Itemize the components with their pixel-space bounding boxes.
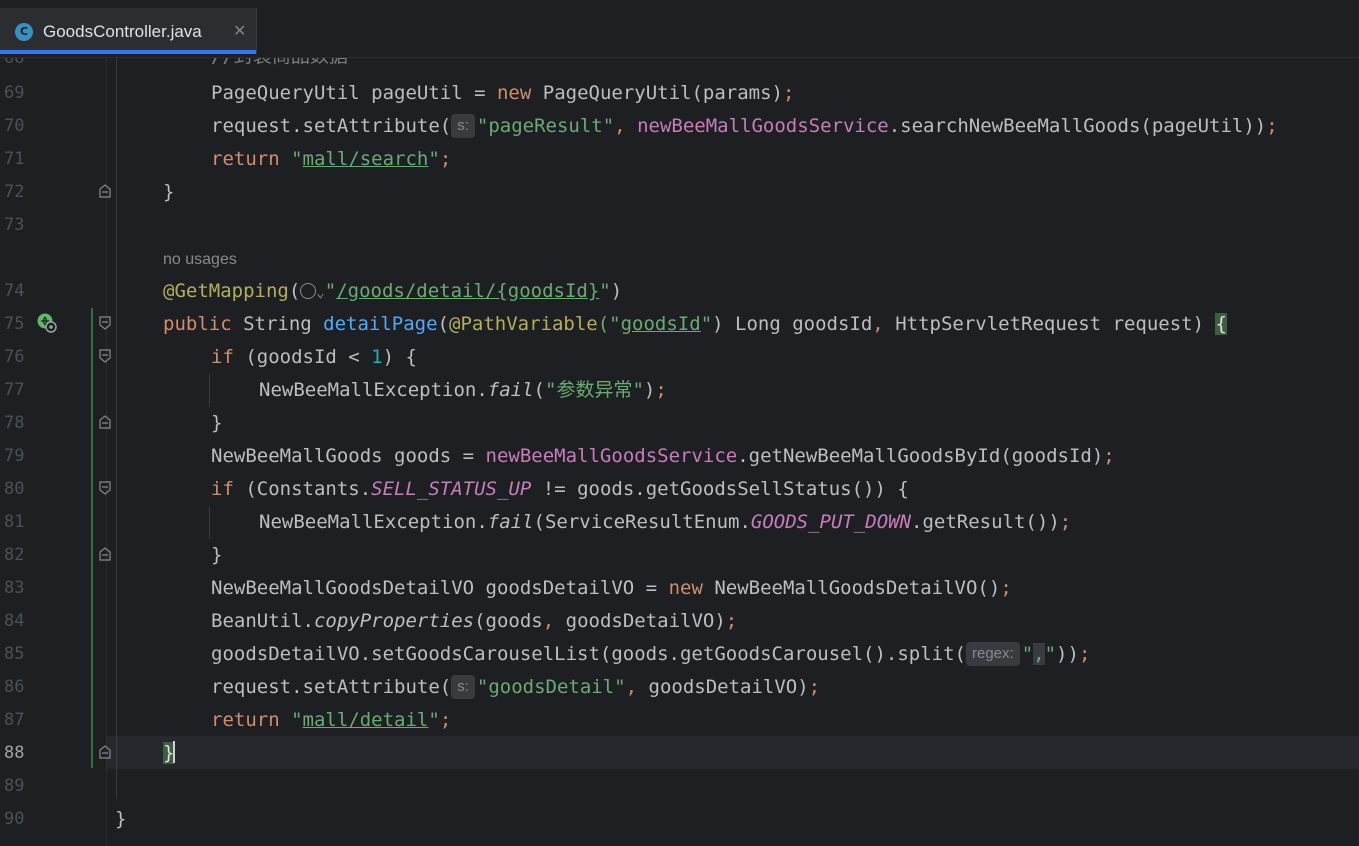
code-line-76: if (goodsId < 1) { xyxy=(211,346,417,368)
fold-start-icon[interactable] xyxy=(99,316,111,330)
parameter-hint: s: xyxy=(451,675,475,699)
line-number: 89 xyxy=(4,776,25,796)
line-number: 78 xyxy=(4,413,25,433)
line-number: 74 xyxy=(4,281,25,301)
code-line-81: NewBeeMallException.fail(ServiceResultEn… xyxy=(259,511,1072,533)
tab-goods-controller[interactable]: C GoodsController.java ✕ xyxy=(0,8,257,54)
line-number: 85 xyxy=(4,644,25,664)
web-endpoint-icon[interactable] xyxy=(36,312,58,334)
code-line-80: if (Constants.SELL_STATUS_UP != goods.ge… xyxy=(211,478,909,500)
tab-label: GoodsController.java xyxy=(43,22,202,41)
code-line-83: NewBeeMallGoodsDetailVO goodsDetailVO = … xyxy=(211,577,1012,599)
line-number: 82 xyxy=(4,545,25,565)
fold-start-icon[interactable] xyxy=(99,349,111,363)
code-line-85: goodsDetailVO.setGoodsCarouselList(goods… xyxy=(211,642,1091,666)
code-line-75: public String detailPage(@PathVariable("… xyxy=(163,313,1227,335)
line-number: 87 xyxy=(4,710,25,730)
code-line-77: NewBeeMallException.fail("参数异常"); xyxy=(259,379,667,401)
editor-tab-bar: C GoodsController.java ✕ xyxy=(0,0,1359,58)
line-number: 90 xyxy=(4,809,25,829)
line-number: 79 xyxy=(4,446,25,466)
code-line-87: return "mall/detail"; xyxy=(211,709,452,731)
chevron-down-icon: ⌄ xyxy=(316,285,325,301)
fold-end-icon[interactable] xyxy=(99,184,111,198)
line-number: 73 xyxy=(4,215,25,235)
line-number: 69 xyxy=(4,83,25,103)
fold-end-icon[interactable] xyxy=(99,547,111,561)
indent-guide xyxy=(209,374,210,407)
line-number: 76 xyxy=(4,347,25,367)
line-number: 77 xyxy=(4,380,25,400)
active-tab-indicator xyxy=(0,50,256,54)
code-line-70: request.setAttribute(s: "pageResult", new… xyxy=(211,114,1278,138)
line-number: 68 xyxy=(4,58,25,68)
code-line-71: return "mall/search"; xyxy=(211,148,452,170)
code-line-90: } xyxy=(115,808,127,830)
line-number-current: 88 xyxy=(4,743,25,763)
line-number: 80 xyxy=(4,479,25,499)
code-line-88: } xyxy=(163,737,176,770)
line-number: 86 xyxy=(4,677,25,697)
parameter-hint: s: xyxy=(451,114,475,138)
code-line-74: @GetMapping(⌄"/goods/detail/{goodsId}") xyxy=(163,280,623,302)
globe-icon[interactable] xyxy=(300,283,317,299)
line-number: 72 xyxy=(4,182,25,202)
close-icon[interactable]: ✕ xyxy=(233,21,246,40)
usage-hint[interactable]: no usages xyxy=(163,242,237,275)
current-line-highlight xyxy=(0,736,1359,769)
line-number: 71 xyxy=(4,149,25,169)
line-number: 75 xyxy=(4,314,25,334)
code-line-68: //封装商品数据 xyxy=(211,58,348,73)
fold-end-icon[interactable] xyxy=(99,415,111,429)
indent-guide xyxy=(116,58,117,798)
line-number: 83 xyxy=(4,578,25,598)
code-line-86: request.setAttribute(s: "goodsDetail", go… xyxy=(211,675,821,699)
java-class-icon: C xyxy=(15,23,33,41)
code-line-79: NewBeeMallGoods goods = newBeeMallGoodsS… xyxy=(211,445,1115,467)
line-number: 84 xyxy=(4,611,25,631)
indent-guide xyxy=(209,506,210,539)
code-line-69: PageQueryUtil pageUtil = new PageQueryUt… xyxy=(211,82,795,104)
line-number: 81 xyxy=(4,512,25,532)
code-editor[interactable]: 68 69 70 71 72 73 74 75 76 77 78 79 80 8… xyxy=(0,58,1359,846)
code-line-84: BeanUtil.copyProperties(goods, goodsDeta… xyxy=(211,610,738,632)
code-line-78: } xyxy=(211,412,223,434)
line-number: 70 xyxy=(4,116,25,136)
code-line-82: } xyxy=(211,544,223,566)
vcs-change-marker[interactable] xyxy=(91,308,93,768)
matched-brace: { xyxy=(1215,313,1227,335)
fold-start-icon[interactable] xyxy=(99,481,111,495)
code-line-72: } xyxy=(163,181,175,203)
text-cursor xyxy=(173,741,176,763)
parameter-hint: regex: xyxy=(965,642,1020,666)
fold-end-icon[interactable] xyxy=(99,745,111,759)
